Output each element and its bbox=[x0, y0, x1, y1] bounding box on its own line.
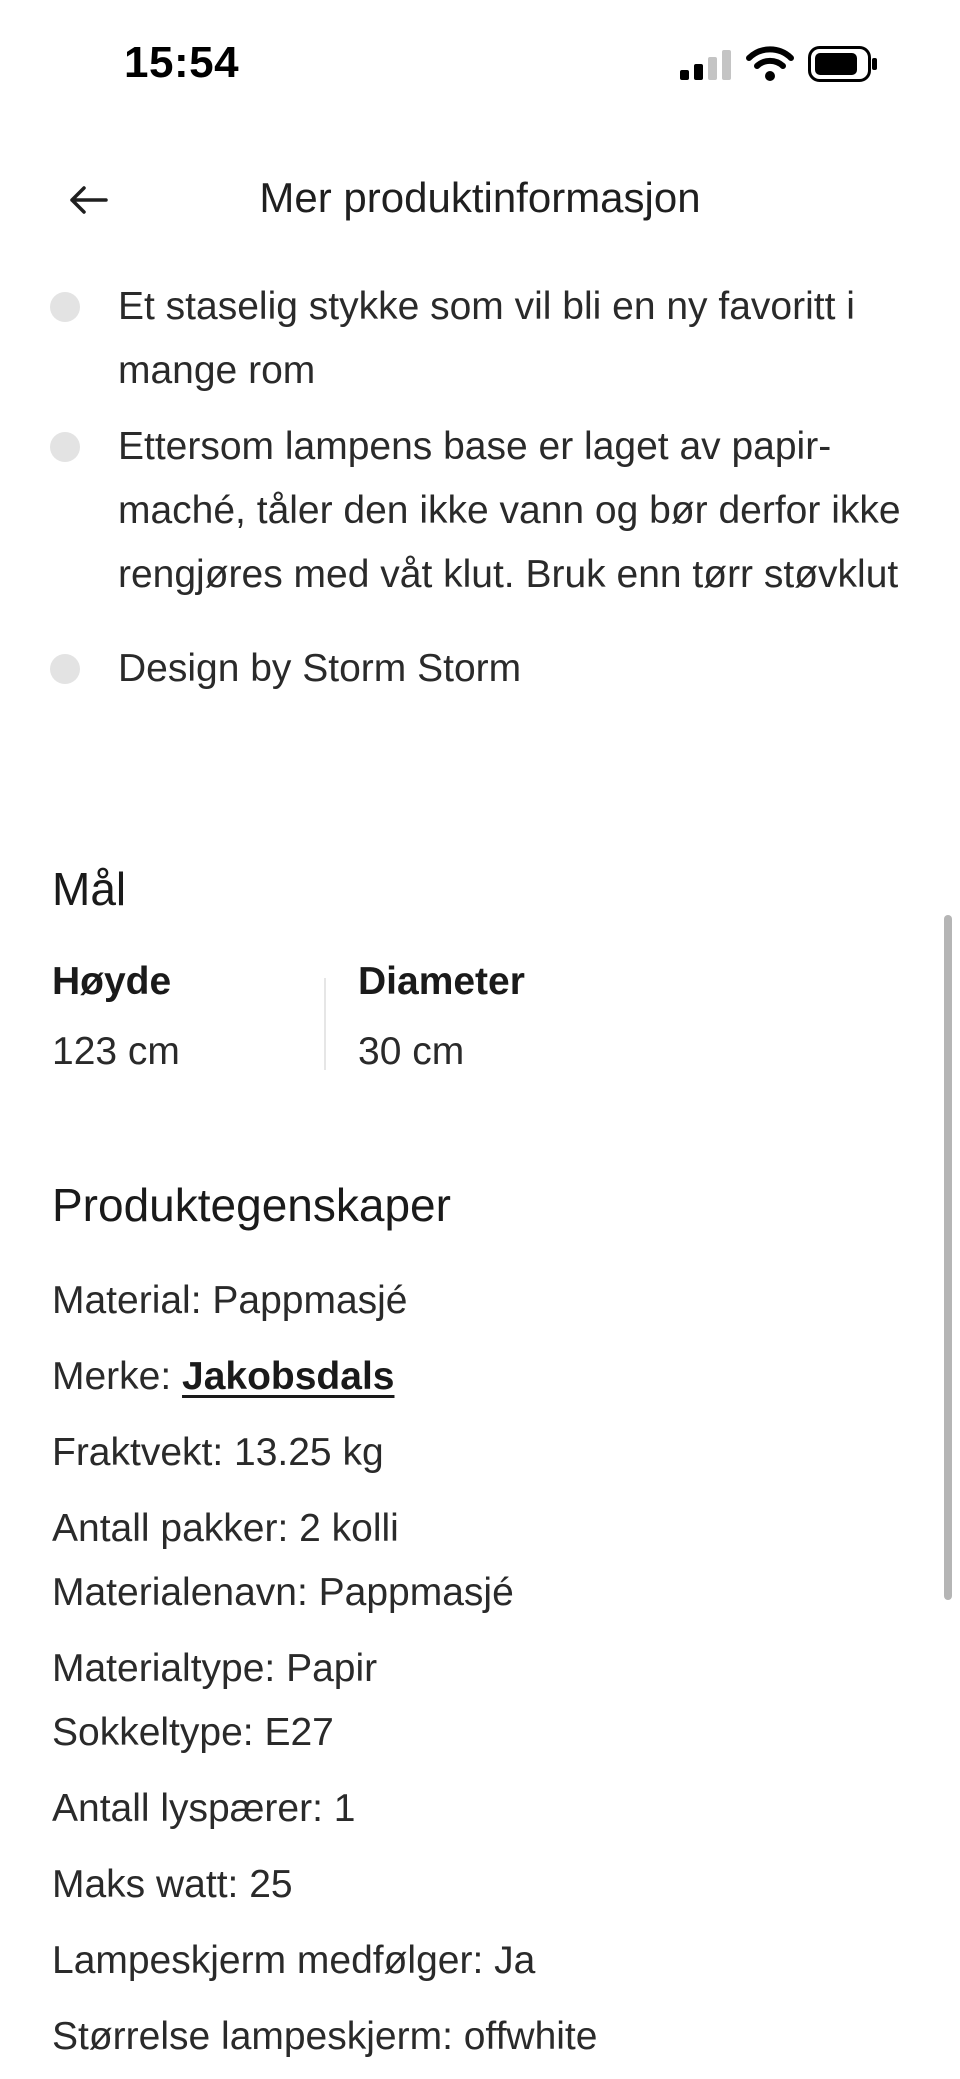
dimension-label: Diameter bbox=[358, 960, 525, 1003]
properties-heading: Produktegenskaper bbox=[52, 1179, 451, 1231]
property-bulb-count: Antall lyspærer: 1 bbox=[52, 1787, 356, 1830]
property-material: Material: Pappmasjé bbox=[52, 1279, 408, 1322]
dimension-diameter: Diameter 30 cm bbox=[358, 960, 525, 1074]
signal-icon bbox=[680, 50, 731, 80]
bullet-dot-icon bbox=[50, 432, 80, 462]
list-item: Design by Storm Storm bbox=[50, 637, 910, 701]
list-item-text: Ettersom lampens base er laget av papir-… bbox=[118, 425, 901, 596]
status-bar: 15:54 bbox=[0, 0, 960, 120]
property-shade-size: Størrelse lampeskjerm: offwhite bbox=[52, 2015, 598, 2058]
dimension-value: 123 cm bbox=[52, 1030, 180, 1073]
property-brand: Merke: Jakobsdals bbox=[52, 1351, 912, 1403]
feature-list: Et staselig stykke som vil bli en ny fav… bbox=[50, 275, 910, 701]
brand-link[interactable]: Jakobsdals bbox=[182, 1355, 394, 1398]
property-shade-included: Lampeskjerm medfølger: Ja bbox=[52, 1939, 536, 1982]
bullet-dot-icon bbox=[50, 654, 80, 684]
battery-icon bbox=[808, 46, 877, 82]
scrollbar[interactable] bbox=[944, 915, 952, 1600]
property-max-watt: Maks watt: 25 bbox=[52, 1863, 293, 1906]
property-brand-label: Merke: bbox=[52, 1355, 183, 1398]
wifi-icon bbox=[746, 46, 794, 81]
property-material-name: Materialenavn: Pappmasjé bbox=[52, 1571, 514, 1614]
property-material-type: Materialtype: Papir bbox=[52, 1647, 378, 1690]
dimensions-heading: Mål bbox=[52, 863, 127, 915]
dimension-height: Høyde 123 cm bbox=[52, 960, 180, 1074]
properties-list: Material: Pappmasjé Merke: Jakobsdals Fr… bbox=[52, 1275, 912, 2063]
dimensions-block: Høyde 123 cm Diameter 30 cm bbox=[52, 960, 872, 1080]
dimension-label: Høyde bbox=[52, 960, 172, 1003]
page-title: Mer produktinformasjon bbox=[259, 174, 701, 221]
dimension-value: 30 cm bbox=[358, 1030, 465, 1073]
bullet-dot-icon bbox=[50, 292, 80, 322]
list-item-text: Et staselig stykke som vil bli en ny fav… bbox=[118, 285, 855, 392]
list-item: Et staselig stykke som vil bli en ny fav… bbox=[50, 275, 910, 403]
header: Mer produktinformasjon bbox=[0, 160, 960, 240]
status-time: 15:54 bbox=[124, 38, 240, 87]
property-shipping-weight: Fraktvekt: 13.25 kg bbox=[52, 1431, 384, 1474]
property-socket-type: Sokkeltype: E27 bbox=[52, 1711, 334, 1754]
list-item: Ettersom lampens base er laget av papir-… bbox=[50, 415, 910, 607]
list-item-text: Design by Storm Storm bbox=[118, 647, 522, 690]
property-packages: Antall pakker: 2 kolli bbox=[52, 1507, 399, 1550]
dimension-divider bbox=[324, 978, 326, 1070]
